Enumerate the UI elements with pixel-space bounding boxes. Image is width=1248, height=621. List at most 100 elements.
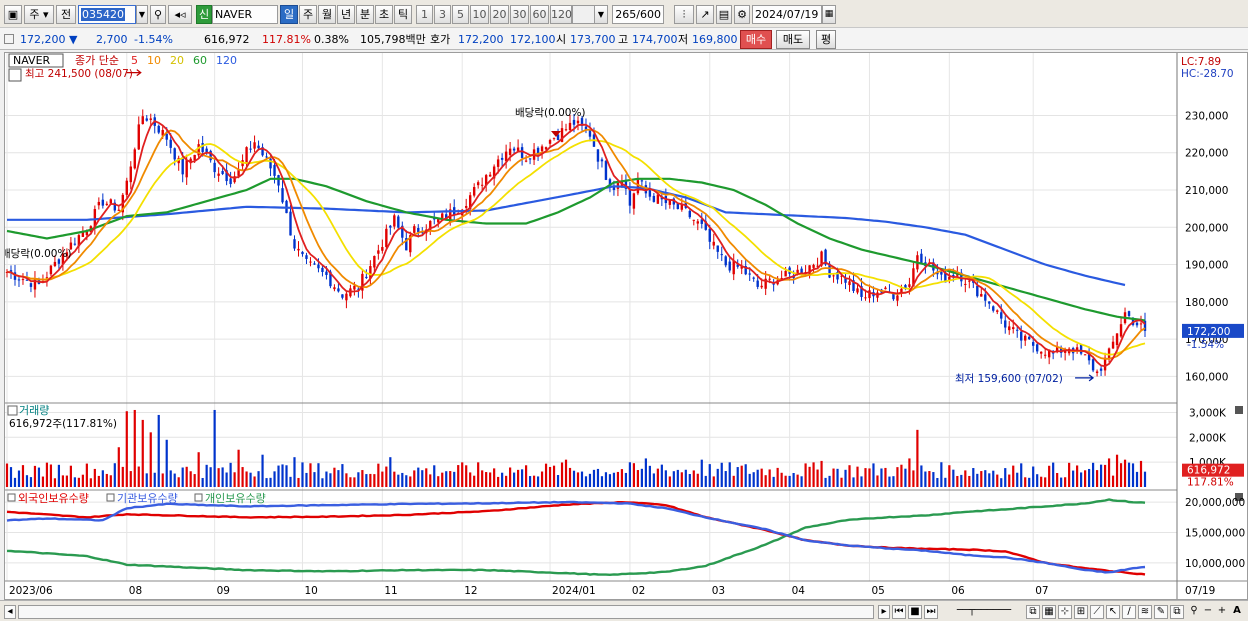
x-tick-label: 02 bbox=[632, 585, 645, 597]
zoom-slider[interactable]: ──┬────── bbox=[944, 605, 1024, 619]
chart-type-icon[interactable]: ⫶ bbox=[674, 5, 694, 24]
volume-bar bbox=[1135, 471, 1139, 487]
volume-bar bbox=[349, 477, 352, 487]
fibonacci-icon[interactable]: ≋ bbox=[1138, 605, 1152, 619]
interval-button[interactable]: 5 bbox=[452, 5, 469, 24]
stock-chart-svg[interactable]: NAVER 종가 단순 5 10 20 60 120 최고 241,500 (08/07… bbox=[1, 53, 1247, 599]
interval-button[interactable]: 120 bbox=[550, 5, 572, 24]
interval-button[interactable]: 60 bbox=[530, 5, 549, 24]
stock-name-field[interactable]: NAVER bbox=[212, 5, 278, 24]
last-price-value: 172,200 bbox=[1187, 326, 1230, 338]
interval-button[interactable]: 3 bbox=[434, 5, 451, 24]
layout-icon[interactable]: ▦ bbox=[1042, 605, 1056, 619]
period-button[interactable]: 주 bbox=[299, 5, 317, 24]
eval-button[interactable]: 평 bbox=[816, 30, 836, 49]
interval-dropdown-icon[interactable]: ▼ bbox=[594, 5, 608, 24]
draw-tool-icon[interactable]: ↗ bbox=[696, 5, 714, 24]
volume-toggle-icon[interactable] bbox=[7, 405, 18, 416]
indicator-icon[interactable]: ⊞ bbox=[1074, 605, 1088, 619]
volume-bar bbox=[768, 469, 771, 487]
candle-body bbox=[249, 148, 252, 150]
expand-box-icon[interactable] bbox=[4, 34, 14, 44]
volume-bar bbox=[453, 471, 456, 487]
candle-body bbox=[321, 267, 324, 272]
legend-toggle-icon[interactable] bbox=[8, 68, 22, 82]
volume-bar bbox=[229, 462, 232, 487]
chart-title: NAVER bbox=[13, 54, 51, 67]
crosshair-icon[interactable]: ⊹ bbox=[1058, 605, 1072, 619]
copy-icon[interactable]: ⧉ bbox=[1170, 605, 1184, 619]
scroll-last-icon[interactable]: ⏭ bbox=[924, 605, 938, 619]
plus-icon[interactable]: + bbox=[1216, 605, 1228, 619]
period-button[interactable]: 월 bbox=[318, 5, 336, 24]
volume-pane-close-icon[interactable] bbox=[1235, 406, 1243, 414]
split-view-icon[interactable]: ⧉ bbox=[1026, 605, 1040, 619]
scroll-stop-icon[interactable]: ■ bbox=[908, 605, 922, 619]
scroll-first-icon[interactable]: ⏮ bbox=[892, 605, 906, 619]
volume-bar bbox=[868, 468, 871, 487]
period-button[interactable]: 초 bbox=[375, 5, 393, 24]
trend-icon[interactable]: ⟋ bbox=[1090, 605, 1104, 619]
candle-body bbox=[488, 174, 492, 177]
window-menu-icon[interactable]: ▣ bbox=[4, 5, 22, 24]
prev-button[interactable]: 전 bbox=[56, 5, 76, 24]
candle-body bbox=[848, 281, 851, 286]
volume-bar bbox=[860, 476, 863, 487]
calendar-icon[interactable]: ▦ bbox=[822, 5, 836, 24]
interval-button[interactable]: 10 bbox=[470, 5, 489, 24]
candle-body bbox=[317, 264, 320, 269]
count-field[interactable]: 265/600 bbox=[612, 5, 664, 24]
holder-legend-item: 개인보유수량 bbox=[205, 492, 266, 505]
period-button[interactable]: 년 bbox=[337, 5, 355, 24]
buy-button[interactable]: 매수 bbox=[740, 30, 772, 49]
x-tick-label: 07/19 bbox=[1185, 585, 1215, 597]
minus-icon[interactable]: − bbox=[1202, 605, 1214, 619]
volume-bar bbox=[429, 474, 432, 487]
volume-bar bbox=[884, 467, 887, 487]
candle-body bbox=[552, 137, 556, 139]
market-select[interactable]: 주 ▾ bbox=[24, 5, 54, 24]
candle-body bbox=[353, 285, 356, 290]
volume-bar bbox=[968, 475, 971, 487]
volume-bar bbox=[437, 476, 440, 487]
count-max: /600 bbox=[636, 8, 661, 21]
pen-icon[interactable]: ✎ bbox=[1154, 605, 1168, 619]
interval-button[interactable]: 20 bbox=[490, 5, 509, 24]
sell-button[interactable]: 매도 bbox=[776, 30, 810, 49]
scroll-left-icon[interactable]: ◂ bbox=[4, 605, 16, 619]
candle-body bbox=[508, 148, 512, 155]
save-icon[interactable]: ▤ bbox=[716, 5, 732, 24]
x-axis: 2023/06 08 09 10 11 12 2024/01 02 03 04 05 06 07 07/1… bbox=[9, 585, 1215, 597]
volume-bar bbox=[960, 474, 963, 487]
volume-bar bbox=[856, 466, 859, 487]
scroll-right-icon[interactable]: ▸ bbox=[878, 605, 890, 619]
search-icon[interactable]: ⚲ bbox=[150, 5, 166, 24]
speaker-icon[interactable]: ◂◃ bbox=[168, 5, 192, 24]
line-tool-icon[interactable]: ∕ bbox=[1122, 605, 1136, 619]
volume-bar bbox=[513, 472, 516, 487]
period-button[interactable]: 틱 bbox=[394, 5, 412, 24]
holder-legend-box bbox=[106, 493, 115, 502]
zoom-out-icon[interactable]: ⚲ bbox=[1188, 605, 1200, 619]
font-size-icon[interactable]: A bbox=[1230, 605, 1244, 619]
candle-body bbox=[269, 158, 272, 169]
volume-bar bbox=[397, 474, 400, 487]
cursor-icon[interactable]: ↖ bbox=[1106, 605, 1120, 619]
volume-bar bbox=[125, 411, 128, 487]
interval-button[interactable]: 30 bbox=[510, 5, 529, 24]
candle-body bbox=[333, 287, 336, 290]
last-volume-value: 616,972 bbox=[1187, 465, 1230, 477]
code-dropdown-icon[interactable]: ▼ bbox=[136, 5, 148, 24]
volume-bar bbox=[121, 466, 124, 487]
volume-bar bbox=[612, 472, 616, 487]
code-input[interactable]: 035420 bbox=[78, 5, 136, 24]
interval-button[interactable]: 1 bbox=[416, 5, 433, 24]
period-button[interactable]: 일 bbox=[280, 5, 298, 24]
volume-bar bbox=[1072, 470, 1075, 487]
volume-bar bbox=[1119, 463, 1123, 487]
date-field[interactable]: 2024/07/19 bbox=[752, 5, 822, 24]
period-button[interactable]: 분 bbox=[356, 5, 374, 24]
settings-icon[interactable]: ⚙ bbox=[734, 5, 750, 24]
candle-body bbox=[908, 284, 911, 287]
horizontal-scrollbar[interactable] bbox=[18, 605, 874, 619]
